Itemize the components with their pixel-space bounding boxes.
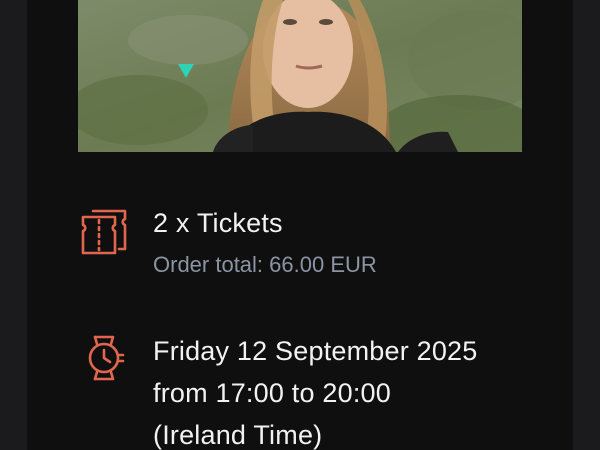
watch-icon [88, 335, 125, 381]
event-timezone: (Ireland Time) [153, 420, 323, 450]
order-total: Order total: 66.00 EUR [153, 252, 377, 277]
event-time: from 17:00 to 20:00 [153, 378, 391, 408]
event-date: Friday 12 September 2025 [153, 336, 478, 366]
event-photo [78, 0, 522, 152]
left-margin [0, 0, 27, 450]
right-margin [573, 0, 600, 450]
tickets-title: 2 x Tickets [153, 208, 283, 238]
order-card: 2 x Tickets Order total: 66.00 EUR Frida… [27, 0, 573, 450]
event-photo-image [78, 0, 522, 152]
ticket-icon [81, 209, 127, 255]
